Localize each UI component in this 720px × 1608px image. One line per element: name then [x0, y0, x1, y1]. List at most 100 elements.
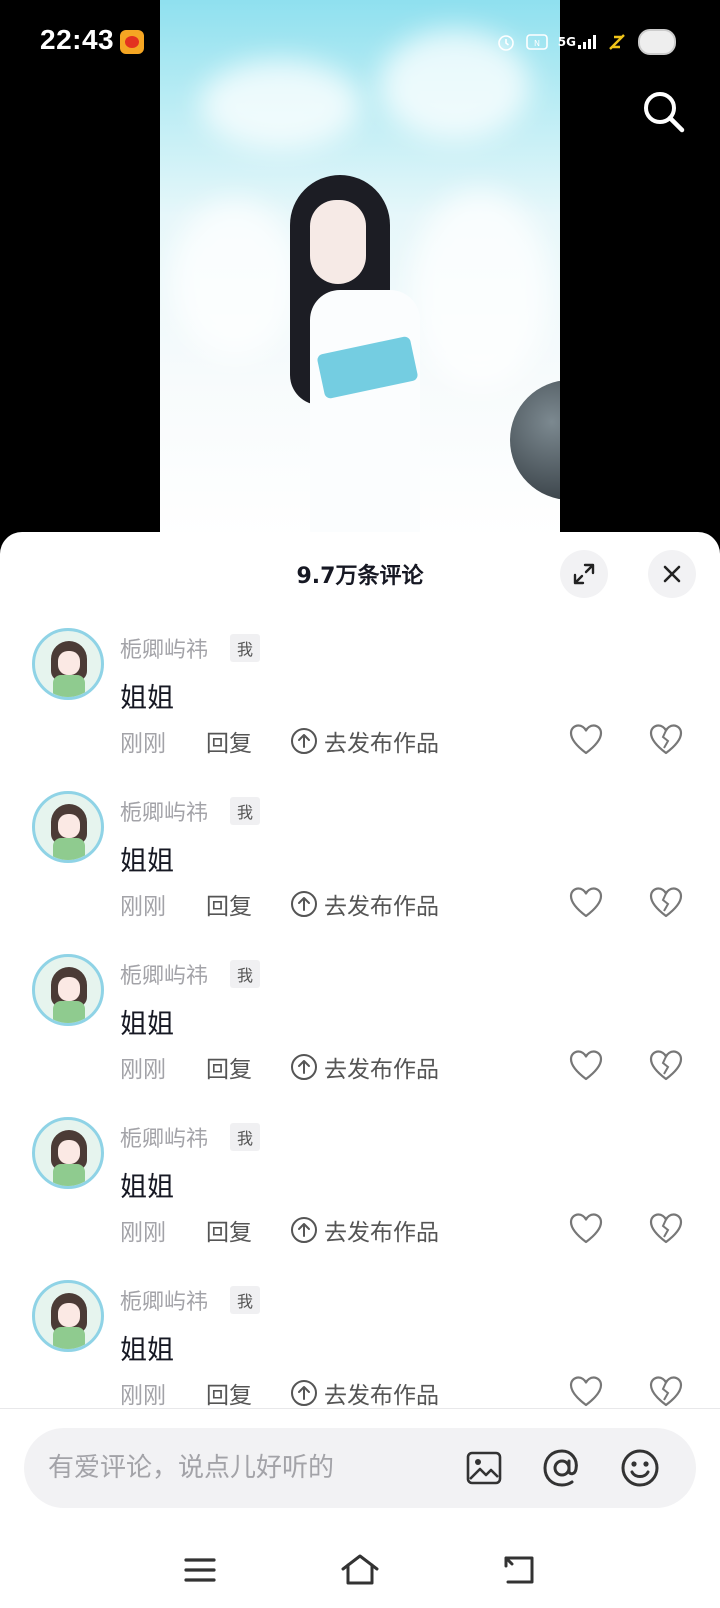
search-button[interactable]: [640, 88, 688, 136]
expand-icon: [573, 563, 595, 585]
upload-circle-icon: [291, 891, 317, 917]
back-icon: [504, 1556, 534, 1584]
publish-work-button[interactable]: 去发布作品: [290, 724, 439, 758]
comments-count-title: 9.7万条评论: [296, 564, 424, 589]
reply-button[interactable]: 回复: [206, 1050, 252, 1084]
like-button[interactable]: [568, 1211, 604, 1247]
charging-icon: [606, 31, 628, 53]
comment-time: 刚刚: [120, 1383, 166, 1408]
avatar[interactable]: [32, 954, 104, 1026]
comment-username[interactable]: 栀卿屿祎: [120, 1284, 208, 1316]
avatar[interactable]: [32, 1117, 104, 1189]
image-button[interactable]: [462, 1446, 506, 1490]
status-bar: 22:43 N 5G: [0, 0, 720, 84]
reply-button[interactable]: 回复: [206, 887, 252, 921]
avatar[interactable]: [32, 791, 104, 863]
publish-work-label: 去发布作品: [324, 1220, 439, 1246]
comment-time: 刚刚: [120, 731, 166, 757]
comment-username[interactable]: 栀卿屿祎: [120, 632, 208, 664]
comment-username[interactable]: 栀卿屿祎: [120, 958, 208, 990]
nfc-icon: N: [525, 33, 548, 51]
comment-text: 姐姐: [120, 846, 174, 877]
upload-circle-icon: [291, 1380, 317, 1406]
publish-work-button[interactable]: 去发布作品: [290, 887, 439, 921]
heart-icon: [569, 724, 603, 755]
dislike-button[interactable]: [648, 1211, 684, 1247]
close-button[interactable]: [648, 550, 696, 598]
comment-time: 刚刚: [120, 1057, 166, 1083]
comment-input[interactable]: [48, 1446, 448, 1490]
comments-sheet: 9.7万条评论 栀卿屿祎 我 姐姐 刚刚 回复 去发布作品 栀卿屿祎 我 姐姐 …: [0, 532, 720, 1608]
like-button[interactable]: [568, 1048, 604, 1084]
mention-button[interactable]: [540, 1446, 584, 1490]
recents-button[interactable]: [178, 1548, 222, 1592]
emoji-button[interactable]: [618, 1446, 662, 1490]
reply-button[interactable]: 回复: [206, 1213, 252, 1247]
self-tag: 我: [230, 1123, 261, 1151]
comment-item[interactable]: 栀卿屿祎 我 姐姐 刚刚 回复 去发布作品: [0, 954, 720, 1117]
comment-username[interactable]: 栀卿屿祎: [120, 795, 208, 827]
avatar[interactable]: [32, 628, 104, 700]
publish-work-button[interactable]: 去发布作品: [290, 1213, 439, 1247]
self-tag: 我: [230, 1286, 261, 1314]
heart-icon: [569, 1050, 603, 1081]
broken-heart-icon: [649, 1376, 683, 1407]
like-button[interactable]: [568, 885, 604, 921]
comment-item[interactable]: 栀卿屿祎 我 姐姐 刚刚 回复 去发布作品: [0, 628, 720, 791]
comment-text: 姐姐: [120, 1335, 174, 1366]
publish-work-label: 去发布作品: [324, 894, 439, 920]
comment-time: 刚刚: [120, 1220, 166, 1246]
emoji-icon: [621, 1449, 659, 1487]
comment-username[interactable]: 栀卿屿祎: [120, 1121, 208, 1153]
back-button[interactable]: [498, 1548, 542, 1592]
dislike-button[interactable]: [648, 885, 684, 921]
heart-icon: [569, 1376, 603, 1407]
reply-button[interactable]: 回复: [206, 1376, 252, 1408]
heart-icon: [569, 887, 603, 918]
network-type: 5G: [557, 35, 576, 49]
upload-circle-icon: [291, 1217, 317, 1243]
dislike-button[interactable]: [648, 1374, 684, 1408]
comment-item[interactable]: 栀卿屿祎 我 姐姐 刚刚 回复 去发布作品: [0, 1117, 720, 1280]
status-time: 22:43: [40, 24, 115, 55]
svg-text:N: N: [534, 39, 540, 48]
like-button[interactable]: [568, 1374, 604, 1408]
dislike-button[interactable]: [648, 722, 684, 758]
comment-text: 姐姐: [120, 1172, 174, 1203]
publish-work-button[interactable]: 去发布作品: [290, 1050, 439, 1084]
broken-heart-icon: [649, 1213, 683, 1244]
comment-input-bar[interactable]: [24, 1428, 696, 1508]
publish-work-label: 去发布作品: [324, 731, 439, 757]
comment-item[interactable]: 栀卿屿祎 我 姐姐 刚刚 回复 去发布作品: [0, 1280, 720, 1408]
comment-text: 姐姐: [120, 1009, 174, 1040]
menu-icon: [184, 1558, 216, 1582]
broken-heart-icon: [649, 724, 683, 755]
publish-work-label: 去发布作品: [324, 1057, 439, 1083]
weibo-notification-icon: [120, 30, 144, 54]
heart-icon: [569, 1213, 603, 1244]
like-button[interactable]: [568, 722, 604, 758]
comment-text: 姐姐: [120, 683, 174, 714]
broken-heart-icon: [649, 1050, 683, 1081]
self-tag: 我: [230, 634, 261, 662]
broken-heart-icon: [649, 887, 683, 918]
publish-work-label: 去发布作品: [324, 1383, 439, 1408]
reply-button[interactable]: 回复: [206, 724, 252, 758]
publish-work-button[interactable]: 去发布作品: [290, 1376, 439, 1408]
input-divider: [0, 1408, 720, 1409]
battery-icon: [638, 29, 676, 55]
self-tag: 我: [230, 960, 261, 988]
home-button[interactable]: [338, 1548, 382, 1592]
home-icon: [341, 1554, 379, 1585]
at-icon: [543, 1449, 578, 1487]
avatar[interactable]: [32, 1280, 104, 1352]
image-icon: [466, 1451, 502, 1485]
self-tag: 我: [230, 797, 261, 825]
upload-circle-icon: [291, 728, 317, 754]
upload-circle-icon: [291, 1054, 317, 1080]
dislike-button[interactable]: [648, 1048, 684, 1084]
comment-list[interactable]: 栀卿屿祎 我 姐姐 刚刚 回复 去发布作品 栀卿屿祎 我 姐姐 刚刚 回复 去发…: [0, 628, 720, 1408]
expand-button[interactable]: [560, 550, 608, 598]
video-player[interactable]: 22:43 N 5G: [0, 0, 720, 560]
comment-item[interactable]: 栀卿屿祎 我 姐姐 刚刚 回复 去发布作品: [0, 791, 720, 954]
